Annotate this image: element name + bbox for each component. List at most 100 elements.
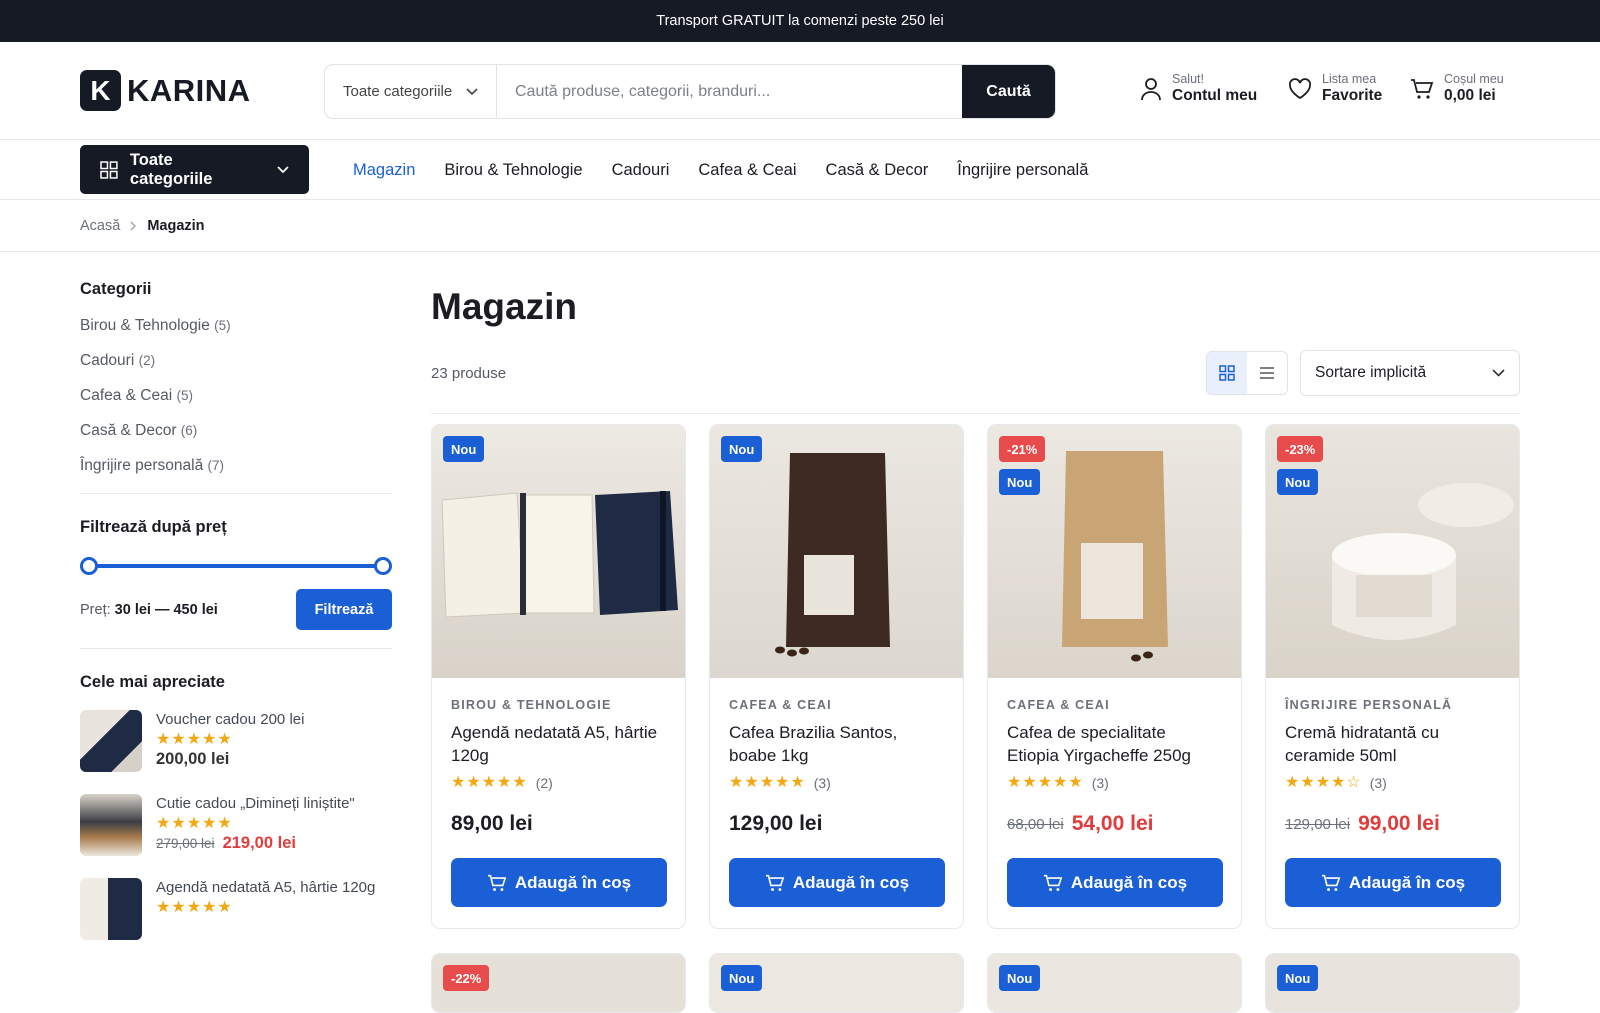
product-card[interactable]: -22% (431, 953, 686, 1013)
price-slider-max-handle[interactable] (374, 557, 392, 575)
product-image[interactable]: -23% Nou (1266, 425, 1519, 678)
add-to-cart-label: Adaugă în coș (1348, 872, 1466, 892)
top-rated-item[interactable]: Cutie cadou „Dimineți liniștite" ★★★★★ 279… (80, 794, 392, 856)
nav-link-ingrijire[interactable]: Îngrijire personală (957, 161, 1088, 180)
main-nav: Toate categoriile Magazin Birou & Tehnol… (0, 140, 1600, 200)
category-name: Birou & Tehnologie (80, 317, 210, 334)
account-link[interactable]: Salut! Contul meu (1140, 72, 1257, 105)
category-item[interactable]: Casă & Decor (6) (80, 422, 392, 440)
category-count: (6) (180, 423, 198, 438)
add-to-cart-label: Adaugă în coș (1070, 872, 1188, 892)
add-to-cart-button[interactable]: Adaugă în coș (1007, 858, 1223, 907)
cart-link[interactable]: Coșul meu 0,00 lei (1410, 72, 1504, 105)
list-view-icon (1260, 367, 1274, 379)
grid-icon (100, 160, 118, 179)
product-card[interactable]: Nou (1265, 953, 1520, 1013)
product-price: 89,00 lei (451, 812, 533, 835)
logo-text: KARINA (127, 72, 251, 108)
top-rated-name: Voucher cadou 200 lei (156, 711, 305, 728)
product-card[interactable]: -23% Nou Îngrijire personală Cremă hidra… (1265, 424, 1520, 929)
divider (80, 493, 392, 494)
filter-button[interactable]: Filtrează (296, 589, 392, 630)
product-card[interactable]: Nou Birou & Tehnologie Agendă nedatată A… (431, 424, 686, 929)
favorites-sub: Lista mea (1322, 72, 1377, 86)
promo-bar: Transport GRATUIT la comenzi peste 250 l… (0, 0, 1600, 42)
page-title: Magazin (431, 286, 577, 327)
product-card[interactable]: Nou (709, 953, 964, 1013)
header: K KARINA Toate categoriile Caută Salut!C… (0, 42, 1600, 140)
product-card[interactable]: -21% Nou Cafea & Ceai Cafea de specialit… (987, 424, 1242, 929)
category-item[interactable]: Cadouri (2) (80, 352, 392, 370)
new-badge: Nou (721, 436, 763, 462)
new-badge: Nou (1277, 965, 1319, 991)
new-badge: Nou (999, 965, 1041, 991)
search-category-select[interactable]: Toate categoriile (325, 65, 497, 118)
top-rated-item[interactable]: Agendă nedatată A5, hârtie 120g ★★★★★ (80, 878, 392, 940)
category-count: (2) (138, 353, 156, 368)
new-badge: Nou (443, 436, 485, 462)
new-badge: Nou (1277, 469, 1319, 495)
grid-view-button[interactable] (1207, 352, 1247, 394)
add-to-cart-label: Adaugă în coș (792, 872, 910, 892)
search-input[interactable] (497, 65, 962, 118)
list-view-button[interactable] (1247, 352, 1287, 394)
product-image[interactable]: Nou (988, 954, 1241, 1012)
result-count: 23 produse (431, 364, 507, 382)
product-card[interactable]: Nou (987, 953, 1242, 1013)
favorites-link[interactable]: Lista mea Favorite (1288, 72, 1382, 105)
product-name[interactable]: Cafea de specialitate Etiopia Yirgacheff… (1007, 721, 1222, 767)
product-grid: Nou Birou & Tehnologie Agendă nedatată A… (431, 424, 1520, 929)
rating-stars: ★★★★★ (1007, 774, 1084, 791)
coffee-bag-illustration (1062, 451, 1168, 662)
rating-stars: ★★★★★ (729, 774, 806, 791)
nav-link-casa[interactable]: Casă & Decor (826, 161, 929, 180)
top-rated-item[interactable]: Voucher cadou 200 lei ★★★★★ 200,00 lei (80, 710, 392, 772)
product-image[interactable]: Nou (432, 425, 685, 678)
cart-total: 0,00 lei (1444, 87, 1496, 104)
add-to-cart-button[interactable]: Adaugă în coș (451, 858, 667, 907)
sort-select[interactable]: Sortare implicită (1300, 350, 1520, 396)
account-label: Contul meu (1172, 87, 1258, 104)
category-item[interactable]: Îngrijire personală (7) (80, 457, 392, 475)
category-count: (5) (176, 388, 194, 403)
chevron-down-icon (1492, 369, 1505, 377)
nav-link-magazin[interactable]: Magazin (353, 161, 415, 180)
discount-badge: -22% (443, 965, 490, 991)
nav-link-birou[interactable]: Birou & Tehnologie (444, 161, 582, 180)
product-name[interactable]: Cremă hidratantă cu ceramide 50ml (1285, 721, 1500, 767)
product-card[interactable]: Nou Cafea & Ceai Cafea Brazilia Santos, … (709, 424, 964, 929)
category-item[interactable]: Cafea & Ceai (5) (80, 387, 392, 405)
top-rated-name: Agendă nedatată A5, hârtie 120g (156, 879, 376, 896)
product-image[interactable]: Nou (710, 954, 963, 1012)
results-toolbar: 23 produse Sortare implicită (431, 350, 1520, 414)
all-categories-button[interactable]: Toate categoriile (80, 145, 309, 194)
search-button[interactable]: Caută (962, 65, 1055, 118)
product-image[interactable]: -22% (432, 954, 685, 1012)
nav-link-cafea[interactable]: Cafea & Ceai (698, 161, 796, 180)
cart-icon (487, 874, 507, 891)
cart-icon (765, 874, 785, 891)
category-item[interactable]: Birou & Tehnologie (5) (80, 317, 392, 335)
product-name[interactable]: Cafea Brazilia Santos, boabe 1kg (729, 721, 944, 767)
price-slider-track (88, 564, 384, 568)
product-price: 129,00 lei (729, 812, 823, 835)
product-name[interactable]: Agendă nedatată A5, hârtie 120g (451, 721, 666, 767)
product-category: Îngrijire personală (1285, 698, 1453, 712)
nav-link-cadouri[interactable]: Cadouri (612, 161, 670, 180)
product-image[interactable]: -21% Nou (988, 425, 1241, 678)
category-name: Cadouri (80, 352, 135, 369)
coffee-bag-illustration (775, 453, 890, 657)
rating-stars: ★★★★☆ (1285, 774, 1362, 791)
logo[interactable]: K KARINA (80, 70, 251, 111)
user-icon (1141, 77, 1161, 100)
product-image[interactable]: Nou (1266, 954, 1519, 1012)
product-image[interactable]: Nou (710, 425, 963, 678)
add-to-cart-button[interactable]: Adaugă în coș (1285, 858, 1501, 907)
breadcrumb-home[interactable]: Acasă (80, 218, 120, 234)
price-slider-min-handle[interactable] (80, 557, 98, 575)
new-badge: Nou (999, 469, 1041, 495)
sale-price: 219,00 lei (222, 834, 296, 852)
category-list: Birou & Tehnologie (5) Cadouri (2) Cafea… (80, 317, 392, 475)
cart-icon (1043, 874, 1063, 891)
add-to-cart-button[interactable]: Adaugă în coș (729, 858, 945, 907)
